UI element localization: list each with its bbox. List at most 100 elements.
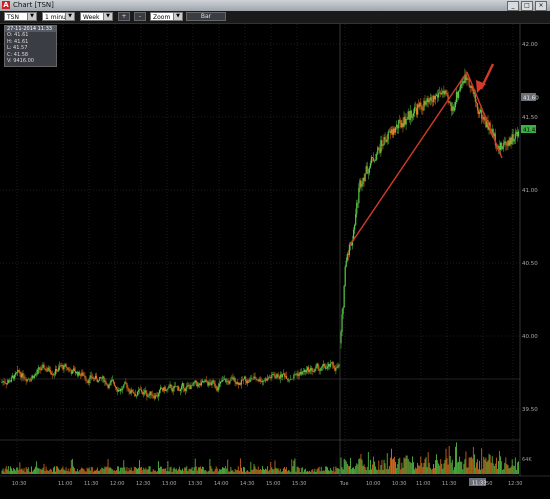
candle-body bbox=[403, 116, 405, 127]
volume-bar bbox=[494, 463, 496, 474]
volume-bar bbox=[458, 461, 459, 474]
volume-bar bbox=[73, 466, 74, 474]
volume-bar bbox=[292, 466, 294, 474]
candle-body bbox=[14, 375, 16, 380]
volume-bar bbox=[256, 469, 258, 474]
chevron-down-icon[interactable]: ▼ bbox=[103, 13, 112, 20]
candle-body bbox=[424, 100, 426, 105]
candle-body bbox=[195, 380, 197, 383]
candle-body bbox=[319, 370, 321, 372]
chevron-down-icon[interactable]: ▼ bbox=[173, 13, 182, 20]
candle-body bbox=[268, 377, 270, 379]
volume-bar bbox=[486, 461, 488, 474]
candle-body bbox=[317, 363, 319, 369]
volume-bar bbox=[164, 468, 166, 474]
volume-bar bbox=[188, 469, 190, 474]
interval-select[interactable]: 1 minute ▼ bbox=[42, 12, 75, 21]
candle-body bbox=[313, 371, 315, 373]
volume-bar bbox=[254, 466, 256, 474]
candle-body bbox=[321, 366, 323, 368]
volume-bar bbox=[118, 466, 119, 474]
candle-body bbox=[183, 383, 185, 389]
zoom-out-button[interactable]: - bbox=[134, 12, 146, 21]
volume-bar bbox=[78, 471, 80, 474]
volume-bar bbox=[428, 462, 430, 474]
volume-bar bbox=[36, 461, 38, 474]
zoom-in-button[interactable]: + bbox=[118, 12, 130, 21]
volume-bar bbox=[144, 469, 146, 474]
volume-bar bbox=[202, 466, 203, 474]
volume-bar bbox=[158, 461, 159, 474]
volume-bar bbox=[189, 468, 191, 474]
close-icon[interactable]: × bbox=[535, 1, 547, 11]
candle-body bbox=[294, 374, 296, 375]
volume-bar bbox=[375, 466, 377, 474]
time-tick-label: 14:30 bbox=[240, 481, 254, 487]
candle-body bbox=[397, 124, 399, 129]
volume-bar bbox=[500, 456, 501, 474]
candle-body bbox=[62, 365, 64, 370]
candle-body bbox=[154, 395, 156, 399]
volume-bar bbox=[468, 457, 470, 474]
candle-body bbox=[155, 395, 157, 397]
candle-body bbox=[378, 147, 380, 149]
volume-bar bbox=[505, 457, 507, 474]
price-chart[interactable]: 42.00 41.50 41.00 40.50 40.00 39.50 10:30 11:0… bbox=[0, 24, 550, 499]
candle-body bbox=[2, 381, 4, 382]
volume-bar bbox=[342, 469, 344, 474]
volume-bar bbox=[297, 466, 299, 474]
volume-bar bbox=[142, 470, 144, 474]
candle-body bbox=[369, 163, 371, 168]
candle-body bbox=[338, 364, 340, 366]
candle-body bbox=[505, 141, 507, 146]
volume-series bbox=[1, 442, 519, 474]
candle-body bbox=[204, 381, 206, 383]
candle-body bbox=[84, 375, 86, 378]
volume-bar bbox=[139, 460, 140, 474]
candle-body bbox=[149, 391, 151, 396]
volume-bar bbox=[238, 470, 240, 474]
candle-body bbox=[133, 393, 135, 395]
candle-body bbox=[138, 389, 141, 391]
candle-body bbox=[482, 118, 484, 120]
volume-bar bbox=[134, 467, 136, 474]
symbol-select[interactable]: TSN ▼ bbox=[4, 12, 37, 21]
candle-body bbox=[23, 376, 25, 379]
candle-body bbox=[114, 385, 116, 387]
chevron-down-icon[interactable]: ▼ bbox=[27, 13, 36, 20]
candle-body bbox=[264, 378, 267, 381]
candle-body bbox=[148, 395, 150, 397]
candle-body bbox=[58, 367, 60, 371]
volume-bar bbox=[416, 468, 417, 474]
volume-bar bbox=[311, 469, 313, 474]
chevron-down-icon[interactable]: ▼ bbox=[65, 13, 74, 20]
volume-bar bbox=[371, 469, 372, 474]
candle-body bbox=[217, 386, 219, 391]
candle-body bbox=[362, 177, 364, 185]
zoom-select[interactable]: Zoom ▼ bbox=[150, 12, 183, 21]
candle-body bbox=[132, 391, 134, 394]
volume-bar bbox=[15, 470, 17, 474]
candle-body bbox=[454, 101, 457, 108]
volume-bar bbox=[71, 458, 73, 474]
candle-body bbox=[299, 371, 301, 375]
volume-bar bbox=[363, 464, 365, 474]
volume-bar bbox=[466, 467, 468, 474]
candle-body bbox=[73, 368, 76, 372]
volume-bar bbox=[405, 455, 407, 474]
candle-body bbox=[129, 391, 131, 394]
volume-bar bbox=[204, 470, 206, 474]
candle-body bbox=[176, 386, 178, 387]
time-tick-label: 11:30 bbox=[84, 481, 98, 487]
volume-bar bbox=[38, 468, 40, 474]
volume-bar bbox=[274, 460, 276, 474]
candle-body bbox=[341, 314, 343, 332]
volume-bar bbox=[364, 467, 366, 474]
maximize-icon[interactable]: □ bbox=[521, 1, 533, 11]
range-select[interactable]: Week ▼ bbox=[80, 12, 113, 21]
candle-body bbox=[125, 382, 127, 384]
minimize-icon[interactable]: _ bbox=[507, 1, 519, 11]
candle-body bbox=[197, 384, 199, 387]
volume-bar bbox=[366, 466, 368, 474]
bar-type-button[interactable]: Bar bbox=[186, 12, 226, 21]
